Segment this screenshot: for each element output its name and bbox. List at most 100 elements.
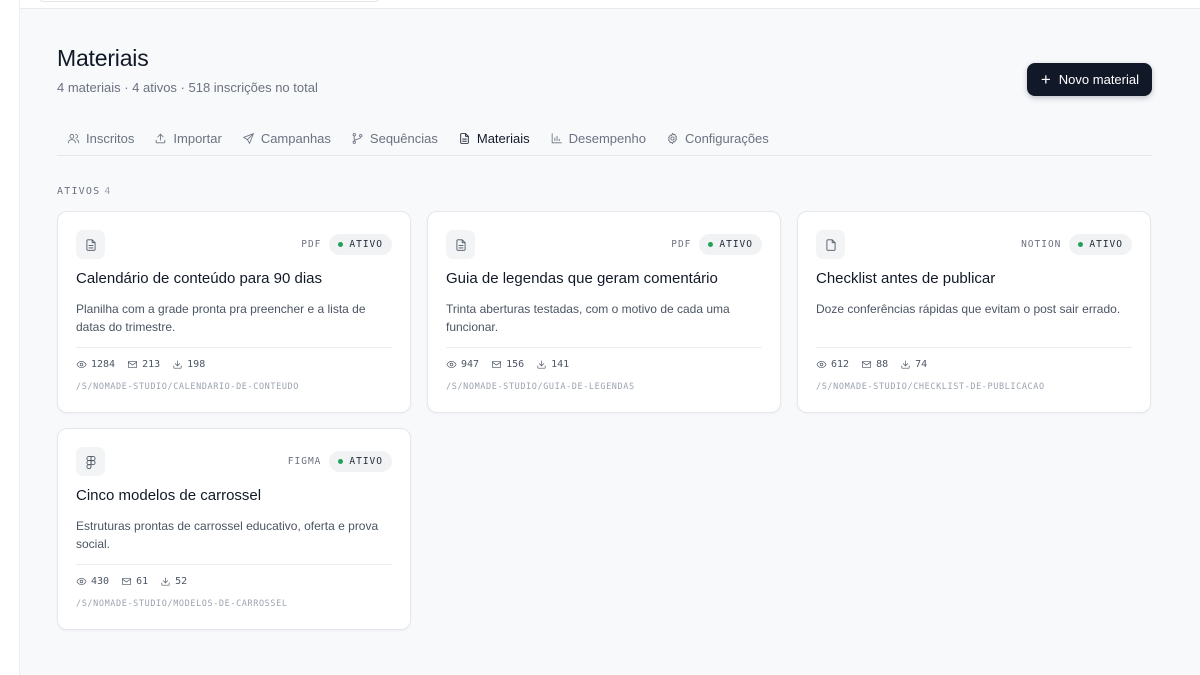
card-slug[interactable]: /S/NOMADE-STUDIO/MODELOS-DE-CARROSSEL (76, 599, 288, 609)
tab-label: Desempenho (568, 130, 646, 146)
file-icon (825, 238, 836, 251)
card-title[interactable]: Guia de legendas que geram comentário (446, 270, 718, 287)
card-stats: 1284 213 198 (76, 359, 205, 370)
views-stat: 612 (816, 359, 849, 370)
views-count: 430 (91, 576, 110, 587)
status-label: ATIVO (1089, 239, 1123, 250)
views-count: 612 (831, 359, 850, 370)
section-count: 4 (104, 186, 112, 197)
card-slug[interactable]: /S/NOMADE-STUDIO/GUIA-DE-LEGENDAS (446, 382, 635, 392)
status-dot (1078, 242, 1084, 247)
downloads-stat: 52 (160, 576, 187, 587)
file-text-icon (85, 238, 96, 251)
subscriptions-stat: 88 (861, 359, 888, 370)
card-description: Doze conferências rápidas que evitam o p… (816, 302, 1121, 316)
tab-inscritos[interactable]: Inscritos (57, 122, 144, 154)
card-title[interactable]: Cinco modelos de carrossel (76, 487, 261, 504)
card-divider (76, 347, 392, 348)
card-title[interactable]: Checklist antes de publicar (816, 270, 995, 287)
bar-chart-icon (551, 132, 562, 143)
downloads-count: 74 (915, 359, 928, 370)
mail-icon (492, 360, 502, 369)
tab-desempenho[interactable]: Desempenho (540, 122, 656, 154)
tab-label: Configurações (684, 130, 769, 146)
downloads-count: 52 (175, 576, 188, 587)
card-divider (816, 347, 1132, 348)
card-meta: PDF ATIVO (671, 234, 762, 255)
eye-icon (816, 360, 827, 369)
new-material-label: Novo material (1058, 72, 1139, 87)
page-title: Materiais (57, 45, 149, 71)
card-title[interactable]: Calendário de conteúdo para 90 dias (76, 270, 322, 287)
downloads-stat: 198 (172, 359, 205, 370)
status-dot (708, 242, 714, 247)
views-stat: 430 (76, 576, 109, 587)
search-input[interactable] (38, 0, 380, 2)
tab-campanhas[interactable]: Campanhas (232, 122, 341, 154)
mail-icon (862, 360, 872, 369)
tab-label: Sequências (369, 130, 438, 146)
card-icon-box (446, 230, 475, 259)
section-label: ATIVOS 4 (57, 186, 112, 197)
material-card[interactable]: PDF ATIVO Guia de legendas que geram com… (427, 211, 781, 413)
status-badge: ATIVO (329, 451, 392, 472)
file-type-label: PDF (671, 239, 692, 250)
views-count: 1284 (91, 359, 116, 370)
upload-icon (156, 133, 166, 143)
subscriptions-count: 156 (506, 359, 525, 370)
card-icon-box (76, 447, 105, 476)
eye-icon (76, 577, 87, 586)
file-type-label: FIGMA (287, 456, 322, 467)
new-material-button[interactable]: + Novo material (1026, 63, 1152, 96)
page-subtitle: 4 materiais · 4 ativos · 518 inscrições … (57, 80, 318, 95)
subscriptions-stat: 61 (121, 576, 148, 587)
card-icon-box (816, 230, 845, 259)
tab-importar[interactable]: Importar (144, 122, 231, 154)
tab-sequencias[interactable]: Sequências (341, 122, 448, 154)
left-rail (0, 0, 20, 675)
downloads-count: 198 (187, 359, 206, 370)
card-stats: 612 88 74 (816, 359, 927, 370)
status-label: ATIVO (349, 239, 383, 250)
card-divider (446, 347, 762, 348)
card-slug[interactable]: /S/NOMADE-STUDIO/CHECKLIST-DE-PUBLICACAO (816, 382, 1045, 392)
figma-icon (85, 455, 96, 469)
subscriptions-stat: 156 (491, 359, 524, 370)
eye-icon (446, 360, 457, 369)
tab-materiais[interactable]: Materiais (448, 122, 540, 154)
card-slug[interactable]: /S/NOMADE-STUDIO/CALENDARIO-DE-CONTEUDO (76, 382, 299, 392)
material-card[interactable]: PDF ATIVO Calendário de conteúdo para 90… (57, 211, 411, 413)
subscriptions-count: 88 (876, 359, 889, 370)
card-stats: 947 156 141 (446, 359, 569, 370)
file-type-label: NOTION (1021, 239, 1062, 250)
file-text-icon (455, 238, 466, 251)
material-card[interactable]: FIGMA ATIVO Cinco modelos de carrossel E… (57, 428, 411, 630)
tab-configuracoes[interactable]: Configurações (656, 122, 779, 154)
mail-icon (122, 577, 132, 586)
download-icon (161, 577, 170, 586)
status-label: ATIVO (349, 456, 383, 467)
card-meta: FIGMA ATIVO (288, 451, 392, 472)
section-title: ATIVOS (57, 186, 101, 197)
views-stat: 1284 (76, 359, 115, 370)
gear-icon (668, 132, 677, 144)
tab-label: Materiais (476, 130, 530, 146)
status-badge: ATIVO (329, 234, 392, 255)
users-icon (67, 133, 80, 143)
material-card[interactable]: NOTION ATIVO Checklist antes de publicar… (797, 211, 1151, 413)
download-icon (901, 360, 910, 369)
downloads-count: 141 (551, 359, 570, 370)
download-icon (173, 360, 182, 369)
card-meta: NOTION ATIVO (1021, 234, 1132, 255)
card-description: Planilha com a grade pronta pra preenche… (76, 302, 366, 334)
downloads-stat: 141 (536, 359, 569, 370)
card-stats: 430 61 52 (76, 576, 187, 587)
file-text-icon (460, 132, 469, 144)
card-description: Trinta aberturas testadas, com o motivo … (446, 302, 730, 334)
status-badge: ATIVO (1069, 234, 1132, 255)
card-description: Estruturas prontas de carrossel educativ… (76, 519, 379, 551)
subscriptions-stat: 213 (127, 359, 160, 370)
card-meta: PDF ATIVO (301, 234, 392, 255)
status-badge: ATIVO (699, 234, 762, 255)
top-bar (20, 0, 1200, 9)
